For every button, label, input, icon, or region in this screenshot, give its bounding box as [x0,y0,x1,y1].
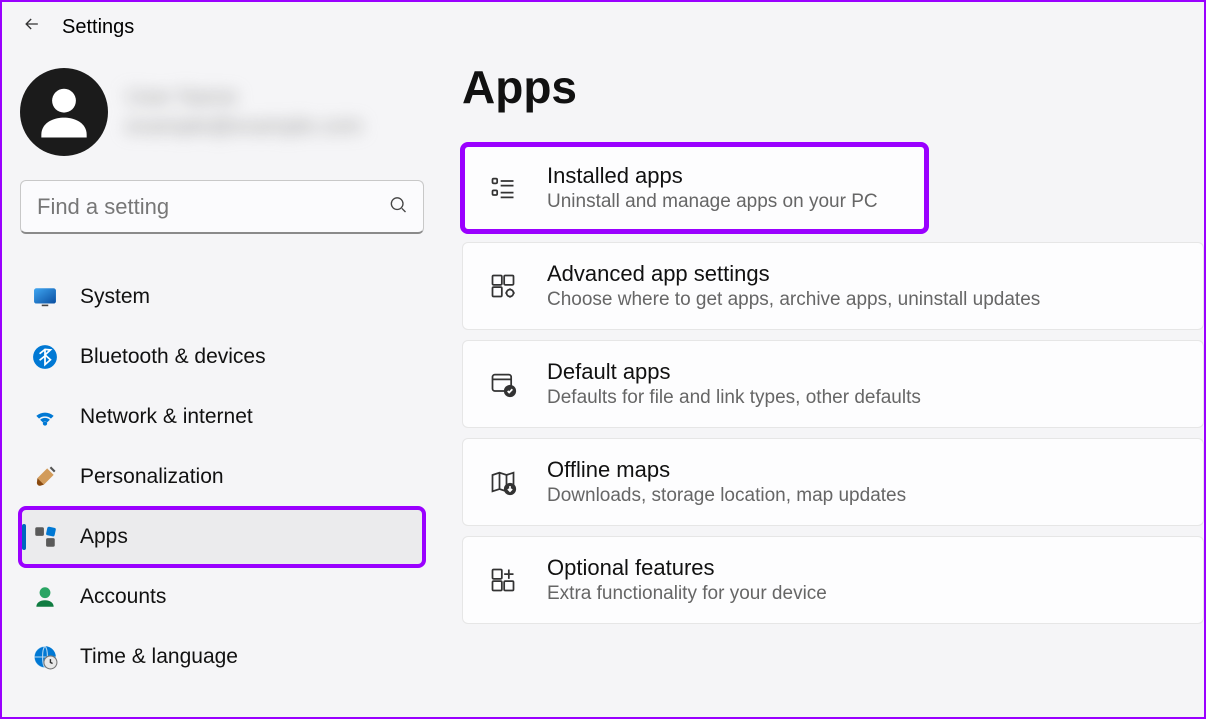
card-optional-features[interactable]: Optional features Extra functionality fo… [462,536,1204,624]
card-title: Offline maps [547,457,906,483]
card-subtitle: Uninstall and manage apps on your PC [547,191,878,213]
card-installed-apps[interactable]: Installed apps Uninstall and manage apps… [462,144,927,232]
search-input[interactable] [20,180,424,234]
card-title: Default apps [547,359,921,385]
card-title: Advanced app settings [547,261,1040,287]
sidebar-item-label: Time & language [80,645,238,669]
sidebar-item-label: Network & internet [80,405,253,429]
sidebar-item-time[interactable]: Time & language [20,628,424,686]
back-button[interactable] [22,14,42,40]
sidebar-item-label: Personalization [80,465,224,489]
bluetooth-icon [32,344,58,370]
sidebar-item-personalization[interactable]: Personalization [20,448,424,506]
sidebar-item-bluetooth[interactable]: Bluetooth & devices [20,328,424,386]
grid-gear-icon [487,270,519,302]
card-subtitle: Choose where to get apps, archive apps, … [547,289,1040,311]
card-subtitle: Defaults for file and link types, other … [547,387,921,409]
window-check-icon [487,368,519,400]
card-default-apps[interactable]: Default apps Defaults for file and link … [462,340,1204,428]
sidebar-item-label: Accounts [80,585,166,609]
list-icon [487,172,519,204]
profile-email: example@example.com [126,112,362,141]
map-download-icon [487,466,519,498]
user-profile[interactable]: User Name example@example.com [20,62,424,180]
profile-name: User Name [126,83,362,112]
sidebar-item-system[interactable]: System [20,268,424,326]
avatar [20,68,108,156]
apps-icon [32,524,58,550]
sidebar: User Name example@example.com System Blu… [2,52,442,688]
globe-clock-icon [32,644,58,670]
wifi-icon [32,404,58,430]
search-icon [388,195,408,220]
sidebar-item-network[interactable]: Network & internet [20,388,424,446]
person-icon [32,584,58,610]
main-content: Apps Installed apps Uninstall and manage… [442,52,1204,688]
card-title: Optional features [547,555,827,581]
grid-plus-icon [487,564,519,596]
card-advanced-app-settings[interactable]: Advanced app settings Choose where to ge… [462,242,1204,330]
sidebar-item-accounts[interactable]: Accounts [20,568,424,626]
sidebar-item-apps[interactable]: Apps [20,508,424,566]
card-offline-maps[interactable]: Offline maps Downloads, storage location… [462,438,1204,526]
display-icon [32,284,58,310]
sidebar-item-label: Apps [80,525,128,549]
card-subtitle: Extra functionality for your device [547,583,827,605]
card-title: Installed apps [547,163,878,189]
sidebar-item-label: Bluetooth & devices [80,345,266,369]
sidebar-item-label: System [80,285,150,309]
page-title: Apps [462,60,1204,114]
app-title: Settings [62,16,134,39]
paintbrush-icon [32,464,58,490]
card-subtitle: Downloads, storage location, map updates [547,485,906,507]
